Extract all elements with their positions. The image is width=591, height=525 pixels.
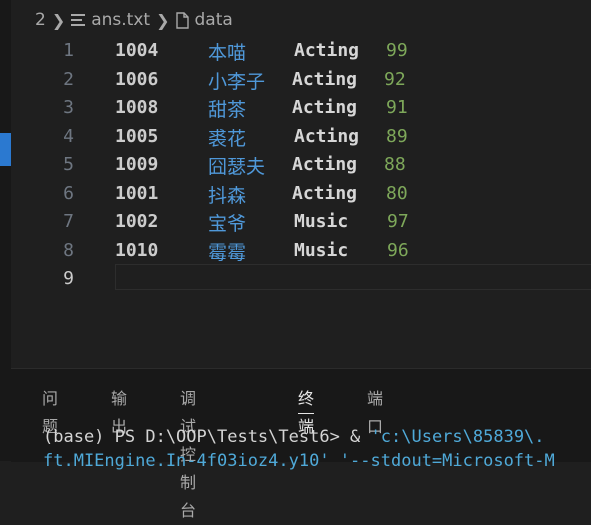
code-line[interactable]: 1 1004 本喵 Acting 99 bbox=[11, 36, 591, 64]
line-number: 9 bbox=[63, 268, 74, 289]
line-number: 8 bbox=[63, 240, 74, 261]
record-name: 宝爷 bbox=[208, 213, 247, 235]
record-name: 抖森 bbox=[208, 185, 247, 207]
record-id: 1004 bbox=[115, 40, 159, 61]
record-name: 裘花 bbox=[208, 128, 247, 150]
record-category: Acting bbox=[294, 40, 360, 61]
record-name: 小李子 bbox=[208, 71, 266, 93]
breadcrumb-file[interactable]: ans.txt bbox=[91, 10, 150, 30]
record-score: 80 bbox=[386, 183, 408, 204]
record-category: Acting bbox=[292, 183, 358, 204]
line-number: 2 bbox=[63, 69, 74, 90]
record-score: 88 bbox=[384, 154, 406, 175]
record-name: 本喵 bbox=[208, 42, 247, 64]
record-category: Acting bbox=[292, 97, 358, 118]
tab-problems[interactable]: 问题 bbox=[42, 385, 58, 436]
terminal-line-2[interactable]: ft.MIEngine.In-4f03ioz4.y10' '--stdout=M… bbox=[43, 451, 555, 471]
file-icon bbox=[175, 11, 189, 29]
record-category: Music bbox=[294, 211, 349, 232]
record-score: 91 bbox=[386, 97, 408, 118]
chevron-right-icon: ❯ bbox=[51, 10, 66, 30]
tab-output[interactable]: 输出 bbox=[111, 385, 127, 436]
code-line-current[interactable]: 9 bbox=[11, 264, 591, 292]
record-name: 甜茶 bbox=[208, 99, 247, 121]
record-id: 1001 bbox=[115, 183, 159, 204]
code-line[interactable]: 2 1006 小李子 Acting 92 bbox=[11, 65, 591, 93]
record-category: Music bbox=[294, 240, 349, 261]
terminal-line[interactable]: (base) PS D:\OOP\Tests\Test6> & 'c:\User… bbox=[43, 427, 545, 447]
terminal-command: & bbox=[350, 427, 371, 447]
record-name: 囧瑟夫 bbox=[208, 156, 266, 178]
record-score: 99 bbox=[386, 40, 408, 61]
record-id: 1009 bbox=[115, 154, 159, 175]
record-name: 霉霉 bbox=[208, 242, 247, 264]
active-indicator bbox=[0, 133, 11, 166]
record-id: 1010 bbox=[115, 240, 159, 261]
line-number: 4 bbox=[63, 126, 74, 147]
bottom-panel: 问题 输出 调试控制台 终端 端口 (base) PS D:\OOP\Tests… bbox=[11, 368, 591, 520]
activity-edge bbox=[0, 0, 11, 461]
tab-debug-console[interactable]: 调试控制台 bbox=[180, 385, 196, 520]
line-number: 3 bbox=[63, 97, 74, 118]
breadcrumb-prefix[interactable]: 2 bbox=[35, 10, 46, 30]
code-line[interactable]: 5 1009 囧瑟夫 Acting 88 bbox=[11, 150, 591, 178]
record-id: 1008 bbox=[115, 97, 159, 118]
record-score: 92 bbox=[384, 69, 406, 90]
record-score: 96 bbox=[387, 240, 409, 261]
record-score: 97 bbox=[387, 211, 409, 232]
record-category: Acting bbox=[292, 154, 358, 175]
code-line[interactable]: 8 1010 霉霉 Music 96 bbox=[11, 236, 591, 264]
line-number: 7 bbox=[63, 211, 74, 232]
terminal-path: 'c:\Users\85839\. bbox=[370, 427, 545, 447]
code-line[interactable]: 4 1005 裘花 Acting 89 bbox=[11, 122, 591, 150]
text-file-icon bbox=[71, 14, 86, 26]
record-id: 1005 bbox=[115, 126, 159, 147]
tab-ports[interactable]: 端口 bbox=[367, 385, 383, 436]
line-number: 5 bbox=[63, 154, 74, 175]
record-score: 89 bbox=[386, 126, 408, 147]
record-category: Acting bbox=[292, 69, 358, 90]
line-number: 6 bbox=[63, 183, 74, 204]
breadcrumb-section[interactable]: data bbox=[195, 10, 233, 30]
record-id: 1006 bbox=[115, 69, 159, 90]
chevron-right-icon: ❯ bbox=[156, 10, 170, 30]
current-line-highlight bbox=[115, 264, 591, 290]
tab-terminal[interactable]: 终端 bbox=[298, 385, 315, 436]
code-line[interactable]: 7 1002 宝爷 Music 97 bbox=[11, 207, 591, 235]
record-category: Acting bbox=[294, 126, 360, 147]
line-number: 1 bbox=[63, 40, 74, 61]
code-line[interactable]: 6 1001 抖森 Acting 80 bbox=[11, 179, 591, 207]
terminal-prompt: (base) PS D:\OOP\Tests\Test6> bbox=[43, 427, 351, 447]
breadcrumb: 2 ❯ ans.txt ❯ data bbox=[35, 8, 233, 32]
code-line[interactable]: 3 1008 甜茶 Acting 91 bbox=[11, 93, 591, 121]
record-id: 1002 bbox=[115, 211, 159, 232]
